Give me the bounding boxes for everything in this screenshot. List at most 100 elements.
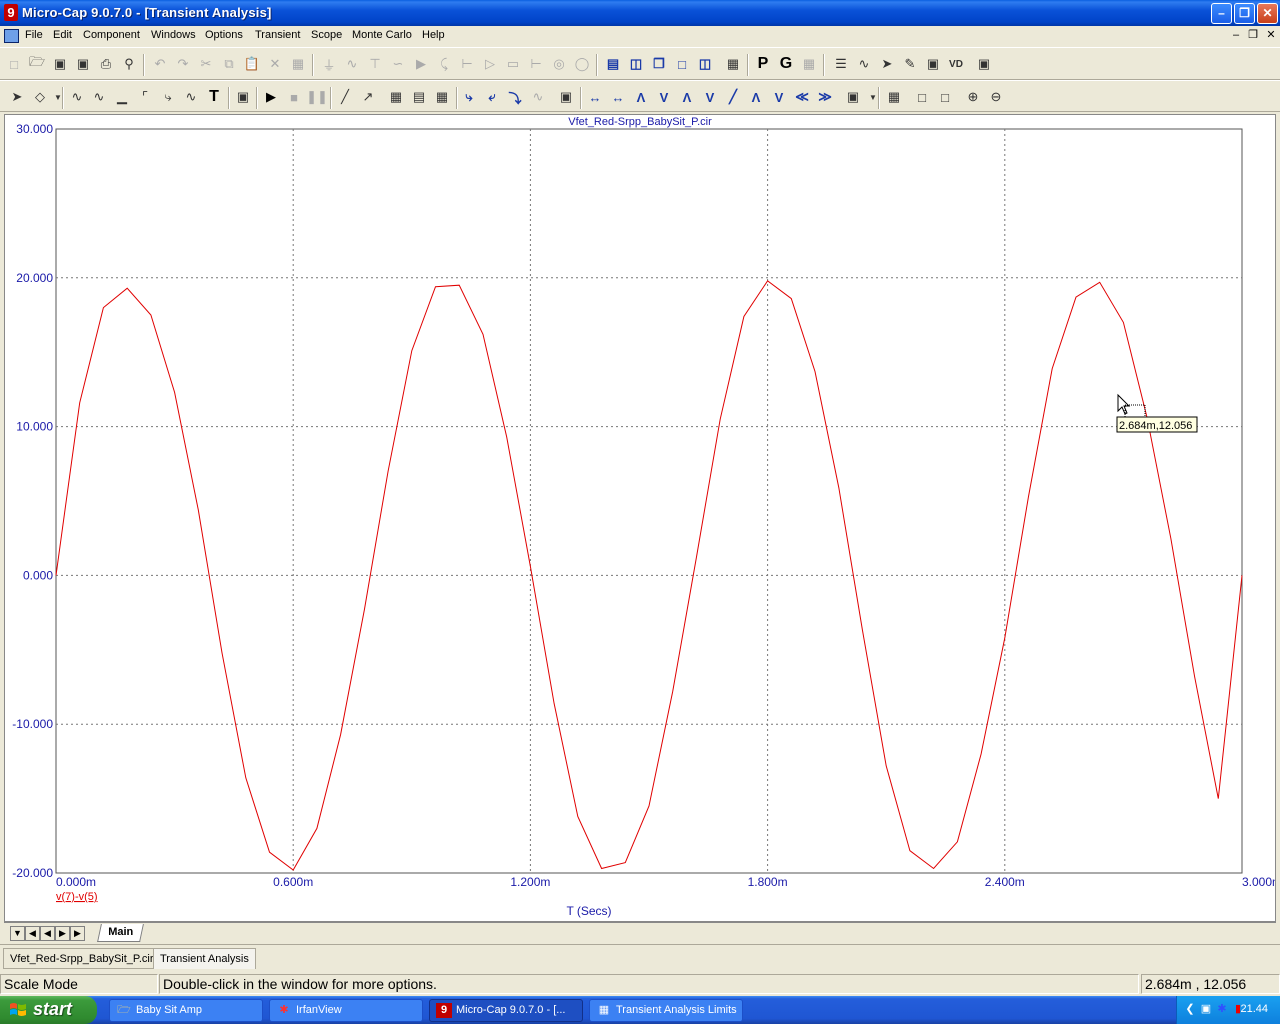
g-tool-icon[interactable]: G xyxy=(777,55,795,73)
scale-y-icon[interactable]: □ xyxy=(936,88,954,106)
open-folder-icon[interactable]: 🗁 xyxy=(28,54,46,73)
global-low-icon[interactable]: V xyxy=(770,88,788,106)
plot-window[interactable]: 0.000m 0.600m 1.200m 1.800m 2.400m 3.000m 30.0… xyxy=(4,114,1276,922)
table-icon[interactable]: ▦ xyxy=(885,88,903,106)
p-tool-icon[interactable]: P xyxy=(754,55,772,73)
battery-icon[interactable]: ⊢ xyxy=(458,55,476,73)
step-icon[interactable]: ⌜ xyxy=(136,88,154,106)
line-tool-icon[interactable]: ╱ xyxy=(336,88,354,106)
run-icon[interactable]: ▶ xyxy=(262,88,280,106)
text-tool-icon[interactable]: T xyxy=(205,88,223,106)
pen-icon[interactable]: ✎ xyxy=(901,55,919,73)
last-tab-button[interactable]: ▶ xyxy=(70,926,85,941)
menu-edit[interactable]: Edit xyxy=(53,29,72,41)
menu-file[interactable]: File xyxy=(25,29,43,41)
tab-menu-dropdown[interactable]: ▼ xyxy=(10,926,25,941)
transient-plot[interactable]: 0.000m 0.600m 1.200m 1.800m 2.400m 3.000m 30.0… xyxy=(5,115,1275,921)
close-button[interactable]: ✕ xyxy=(1257,3,1278,24)
menu-monte-carlo[interactable]: Monte Carlo xyxy=(352,29,412,41)
low-icon[interactable]: ∿ xyxy=(529,88,547,106)
copy-icon[interactable]: ⧉ xyxy=(220,55,238,73)
delete-icon[interactable]: ✕ xyxy=(266,55,284,73)
wire-icon[interactable]: ⊢ xyxy=(527,55,545,73)
peak-icon[interactable]: ⤷ xyxy=(460,88,478,106)
start-button[interactable]: start xyxy=(0,996,97,1024)
component-mode-icon[interactable]: ◇ xyxy=(31,88,49,106)
mdi-minimize-button[interactable]: – xyxy=(1229,29,1243,42)
split-window-icon[interactable]: ◫ xyxy=(696,55,714,73)
new-file-icon[interactable]: □ xyxy=(5,55,23,73)
dropdown-arrow-icon[interactable]: ▼ xyxy=(49,88,67,106)
fit-window-icon[interactable]: ▣ xyxy=(975,55,993,73)
go-to-y-icon[interactable]: ≫ xyxy=(816,88,834,106)
source-icon[interactable]: ◎ xyxy=(550,55,568,73)
valley-icon[interactable]: ⤶ xyxy=(483,88,501,106)
inductor-icon[interactable]: ∽ xyxy=(389,55,407,73)
redo-icon[interactable]: ↷ xyxy=(174,55,192,73)
taskbar-item-transient-limits[interactable]: ▦ Transient Analysis Limits xyxy=(589,999,743,1022)
ground-icon[interactable]: ⏚ xyxy=(320,55,338,73)
arrow-line-icon[interactable]: ↗ xyxy=(359,88,377,106)
valley-search-icon[interactable]: V xyxy=(655,88,673,106)
save-all-icon[interactable]: ▣ xyxy=(74,55,92,73)
save-icon[interactable]: ▣ xyxy=(51,55,69,73)
first-tab-button[interactable]: ◀ xyxy=(25,926,40,941)
menu-component[interactable]: Component xyxy=(83,29,140,41)
tab-main[interactable]: Main xyxy=(97,924,144,942)
menu-windows[interactable]: Windows xyxy=(151,29,196,41)
minimize-button[interactable]: – xyxy=(1211,3,1232,24)
voltage-source-icon[interactable]: ◯ xyxy=(573,55,591,73)
opamp-icon[interactable]: ▷ xyxy=(481,55,499,73)
scale-icon[interactable]: ∿ xyxy=(68,88,86,106)
probe-icon[interactable]: ➤ xyxy=(878,55,896,73)
capacitor-icon[interactable]: ⊤ xyxy=(366,55,384,73)
fc-icon[interactable]: ⤷ xyxy=(159,88,177,106)
zoom-in-icon[interactable]: ⊕ xyxy=(964,88,982,106)
prev-tab-button[interactable]: ◀ xyxy=(40,926,55,941)
frame-icon[interactable]: ▣ xyxy=(924,55,942,73)
cut-icon[interactable]: ✂ xyxy=(197,55,215,73)
cursor-left-icon[interactable]: ↔ xyxy=(586,88,604,106)
undo-icon[interactable]: ↶ xyxy=(151,55,169,73)
menu-help[interactable]: Help xyxy=(422,29,445,41)
pause-icon[interactable]: ❚❚ xyxy=(306,88,328,106)
taskbar-item-baby-sit-amp[interactable]: 🗁 Baby Sit Amp xyxy=(109,999,263,1022)
menu-options[interactable]: Options xyxy=(205,29,243,41)
slope-icon[interactable]: ╱ xyxy=(724,88,742,106)
document-icon[interactable] xyxy=(4,29,19,43)
vd-tool-icon[interactable]: VD xyxy=(947,55,965,73)
paste-icon[interactable]: 📋 xyxy=(243,55,261,73)
cursor-right-icon[interactable]: ↔ xyxy=(609,88,627,106)
grid-window-icon[interactable]: ▦ xyxy=(800,55,818,73)
diode-icon[interactable]: ▶ xyxy=(412,55,430,73)
tile-vertical-icon[interactable]: ◫ xyxy=(627,55,645,73)
go-to-x-icon[interactable]: ≪ xyxy=(793,88,811,106)
next-tab-button[interactable]: ▶ xyxy=(55,926,70,941)
grid-coarse-icon[interactable]: ▦ xyxy=(433,88,451,106)
tracking-icon[interactable]: ▣ xyxy=(557,88,575,106)
grid-medium-icon[interactable]: ▤ xyxy=(410,88,428,106)
pulse-icon[interactable]: ▁ xyxy=(113,88,131,106)
select-arrow-icon[interactable]: ➤ xyxy=(8,88,26,106)
tab-schematic[interactable]: Vfet_Red-Srpp_BabySit_P.cir xyxy=(3,948,161,969)
peak-search-icon[interactable]: Λ xyxy=(632,88,650,106)
zoom-out-icon[interactable]: ⊖ xyxy=(987,88,1005,106)
menu-transient[interactable]: Transient xyxy=(255,29,300,41)
high-icon[interactable]: ⤵ xyxy=(506,88,524,106)
calculator-icon[interactable]: ▦ xyxy=(724,55,742,73)
bluetooth-icon[interactable]: ✱ xyxy=(1215,1002,1229,1016)
waveform-style-icon[interactable]: ∿ xyxy=(90,88,108,106)
tile-horizontal-icon[interactable]: ▤ xyxy=(604,55,622,73)
next-valley-icon[interactable]: V xyxy=(701,88,719,106)
cascade-icon[interactable]: ❐ xyxy=(650,55,668,73)
resistor-icon[interactable]: ∿ xyxy=(343,55,361,73)
properties-icon[interactable]: ▣ xyxy=(234,88,252,106)
restore-button[interactable]: ❐ xyxy=(1234,3,1255,24)
scale-x-icon[interactable]: □ xyxy=(913,88,931,106)
mdi-close-button[interactable]: ✕ xyxy=(1264,29,1278,42)
animate-icon[interactable]: ▣ xyxy=(844,88,862,106)
taskbar-item-irfanview[interactable]: ✱ IrfanView xyxy=(269,999,423,1022)
transistor-icon[interactable]: ⤹ xyxy=(435,55,453,73)
next-peak-icon[interactable]: Λ xyxy=(678,88,696,106)
print-icon[interactable]: ⎙ xyxy=(97,55,115,73)
